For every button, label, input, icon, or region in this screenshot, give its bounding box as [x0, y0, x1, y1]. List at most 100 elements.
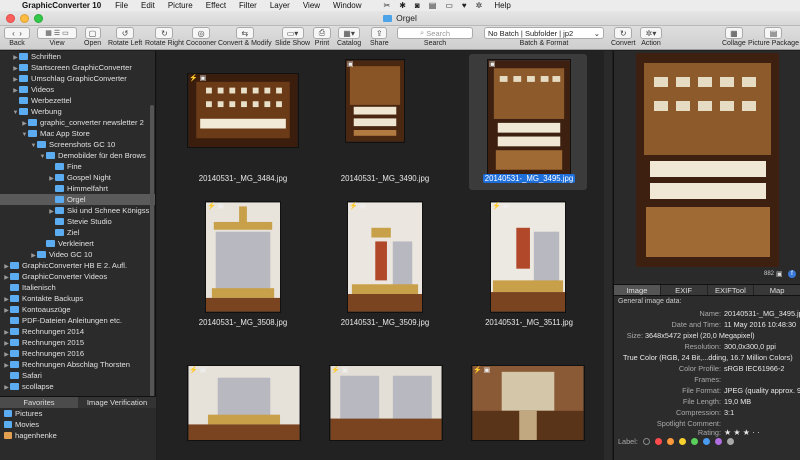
menu-view[interactable]: View — [303, 1, 320, 10]
sidebar-folder-item[interactable]: ▶ Rechnungen 2014 — [0, 326, 155, 337]
tab-exiftool[interactable]: EXIFTool — [708, 285, 755, 295]
disclosure-closed-icon[interactable]: ▶ — [48, 174, 55, 183]
menu-window[interactable]: Window — [333, 1, 361, 10]
thumbnail-scrollbar[interactable] — [604, 51, 612, 460]
disclosure-closed-icon[interactable]: ▶ — [21, 119, 28, 128]
tab-map[interactable]: Map — [754, 285, 800, 295]
sidebar-folder-item[interactable]: ▶ GraphicConverter Videos — [0, 271, 155, 282]
menu-file[interactable]: File — [115, 1, 128, 10]
disclosure-open-icon[interactable]: ▼ — [30, 141, 37, 150]
tab-image[interactable]: Image — [614, 285, 661, 295]
sidebar-folder-item[interactable]: Italienisch — [0, 282, 155, 293]
disclosure-closed-icon[interactable]: ▶ — [3, 328, 10, 337]
label-color-dot[interactable] — [678, 438, 686, 445]
clipboard-icon[interactable]: ▤ — [429, 1, 437, 10]
sidebar-folder-item[interactable]: ▶ Ski und Schnee Königss — [0, 205, 155, 216]
menu-help[interactable]: Help — [494, 1, 510, 10]
disclosure-open-icon[interactable]: ▼ — [21, 130, 28, 139]
tab-exif[interactable]: EXIF — [661, 285, 708, 295]
tab-favorites[interactable]: Favorites — [0, 397, 78, 408]
catalog-button[interactable]: ▦▾ Catalog — [337, 27, 361, 49]
thumbnail-filename[interactable]: 20140531-_MG_3511.jpg — [449, 318, 609, 327]
sidebar-folder-item[interactable]: ▶ Startscreen GraphicConverter — [0, 62, 155, 73]
sidebar-folder-item[interactable]: Safari — [0, 370, 155, 381]
label-color-dot[interactable] — [714, 438, 722, 445]
sidebar-folder-item[interactable]: ▶ Rechnungen 2015 — [0, 337, 155, 348]
disclosure-open-icon[interactable]: ▼ — [12, 108, 19, 117]
sidebar-folder-item[interactable]: ▶ scollapse — [0, 381, 155, 392]
sidebar-folder-item[interactable]: ▶ Video GC 10 — [0, 249, 155, 260]
sidebar-folder-item[interactable]: ▶ Videos — [0, 84, 155, 95]
share-button[interactable]: ⇪ Share — [370, 27, 389, 49]
thumbnail-image[interactable] — [187, 365, 301, 441]
menu-effect[interactable]: Effect — [206, 1, 226, 10]
disclosure-closed-icon[interactable]: ▶ — [3, 295, 10, 304]
thumbnail-filename[interactable]: 20140531-_MG_3490.jpg — [305, 174, 465, 183]
thumbnail-image[interactable] — [345, 59, 405, 143]
heart-icon[interactable]: ♥ — [462, 1, 467, 10]
view-button[interactable]: ▦ ☰ ▭ View — [37, 27, 77, 49]
favorite-item[interactable]: hagenhenke — [0, 430, 156, 441]
disclosure-open-icon[interactable]: ▼ — [39, 152, 46, 161]
bug-icon[interactable]: ✱ — [399, 1, 406, 10]
disclosure-closed-icon[interactable]: ▶ — [3, 361, 10, 370]
label-color-dot[interactable] — [702, 438, 710, 445]
print-button[interactable]: ⎙ Print — [313, 27, 331, 49]
disclosure-closed-icon[interactable]: ▶ — [3, 262, 10, 271]
gear-icon[interactable]: ✲ — [476, 1, 483, 10]
action-button[interactable]: ✲▾ Action — [640, 27, 662, 49]
sidebar-folder-item[interactable]: Verkleinert — [0, 238, 155, 249]
favorite-item[interactable]: Movies — [0, 419, 156, 430]
sidebar-folder-item[interactable]: ▼ Mac App Store — [0, 128, 155, 139]
label-color-dot[interactable] — [690, 438, 698, 445]
convert-modify-button[interactable]: ⇆ Convert & Modify — [218, 27, 272, 49]
sidebar-scrollbar[interactable] — [150, 105, 154, 396]
camera-icon[interactable]: ◙ — [415, 1, 420, 10]
sidebar-folder-item[interactable]: ▶ Gospel Night — [0, 172, 155, 183]
disclosure-closed-icon[interactable]: ▶ — [48, 207, 55, 216]
sidebar-folder-item[interactable]: ▶ Rechnungen 2016 — [0, 348, 155, 359]
disclosure-closed-icon[interactable]: ▶ — [3, 273, 10, 282]
disclosure-closed-icon[interactable]: ▶ — [12, 64, 19, 73]
sidebar-folder-item[interactable]: Werbezettel — [0, 95, 155, 106]
picture-package-button[interactable]: ▤ Picture Package — [748, 27, 799, 49]
disclosure-closed-icon[interactable]: ▶ — [3, 339, 10, 348]
sidebar-folder-item[interactable]: Stevie Studio — [0, 216, 155, 227]
thumbnail-image[interactable] — [187, 73, 299, 148]
disclosure-closed-icon[interactable]: ▶ — [12, 75, 19, 84]
sidebar-folder-item[interactable]: Fine — [0, 161, 155, 172]
batch-format-select[interactable]: No Batch | Subfolder | jp2 ⌄ — [484, 27, 604, 39]
sidebar-folder-item[interactable]: PDF-Dateien Anleitungen etc. — [0, 315, 155, 326]
thumbnail-image[interactable] — [205, 201, 281, 313]
thumbnail-filename[interactable]: 20140531-_MG_3509.jpg — [305, 318, 465, 327]
sidebar-folder-item[interactable]: Himmelfahrt — [0, 183, 155, 194]
disclosure-closed-icon[interactable]: ▶ — [12, 53, 19, 62]
label-none-dot[interactable] — [642, 438, 650, 445]
disclosure-closed-icon[interactable]: ▶ — [3, 306, 10, 315]
menu-filter[interactable]: Filter — [239, 1, 257, 10]
facebook-icon[interactable]: f — [788, 270, 796, 278]
rotate-right-button[interactable]: ↻ Rotate Right — [145, 27, 184, 49]
thumbnail-filename-selected[interactable]: 20140531-_MG_3495.jpg — [449, 174, 609, 183]
scissors-icon[interactable]: ✂ — [384, 1, 391, 10]
thumbnail-image[interactable] — [347, 201, 423, 313]
thumbnail-image[interactable] — [329, 365, 443, 441]
sidebar-folder-item[interactable]: Ziel — [0, 227, 155, 238]
thumbnail-filename[interactable]: 20140531-_MG_3508.jpg — [163, 318, 323, 327]
slide-show-button[interactable]: ▭▾ Slide Show — [275, 27, 310, 49]
tab-image-verification[interactable]: Image Verification — [78, 397, 156, 408]
disclosure-closed-icon[interactable]: ▶ — [12, 86, 19, 95]
thumbnail-image-selected[interactable] — [487, 59, 571, 177]
sidebar-folder-item[interactable]: Orgel — [0, 194, 155, 205]
sidebar-folder-item[interactable]: ▶ Schriften — [0, 51, 155, 62]
menu-picture[interactable]: Picture — [168, 1, 193, 10]
sidebar-folder-item[interactable]: ▶ Rechnungen Abschlag Thorsten — [0, 359, 155, 370]
menu-edit[interactable]: Edit — [141, 1, 155, 10]
sidebar-folder-item[interactable]: ▼ Demobilder für den Brows — [0, 150, 155, 161]
disclosure-closed-icon[interactable]: ▶ — [3, 383, 10, 392]
sidebar-folder-item[interactable]: ▶ GraphicConverter HB E 2. Aufl. — [0, 260, 155, 271]
menu-app-name[interactable]: GraphicConverter 10 — [22, 1, 101, 10]
convert-button[interactable]: ↻ Convert — [611, 27, 636, 49]
sidebar-folder-item[interactable]: ▼ Screenshots GC 10 — [0, 139, 155, 150]
favorite-item[interactable]: Pictures — [0, 408, 156, 419]
